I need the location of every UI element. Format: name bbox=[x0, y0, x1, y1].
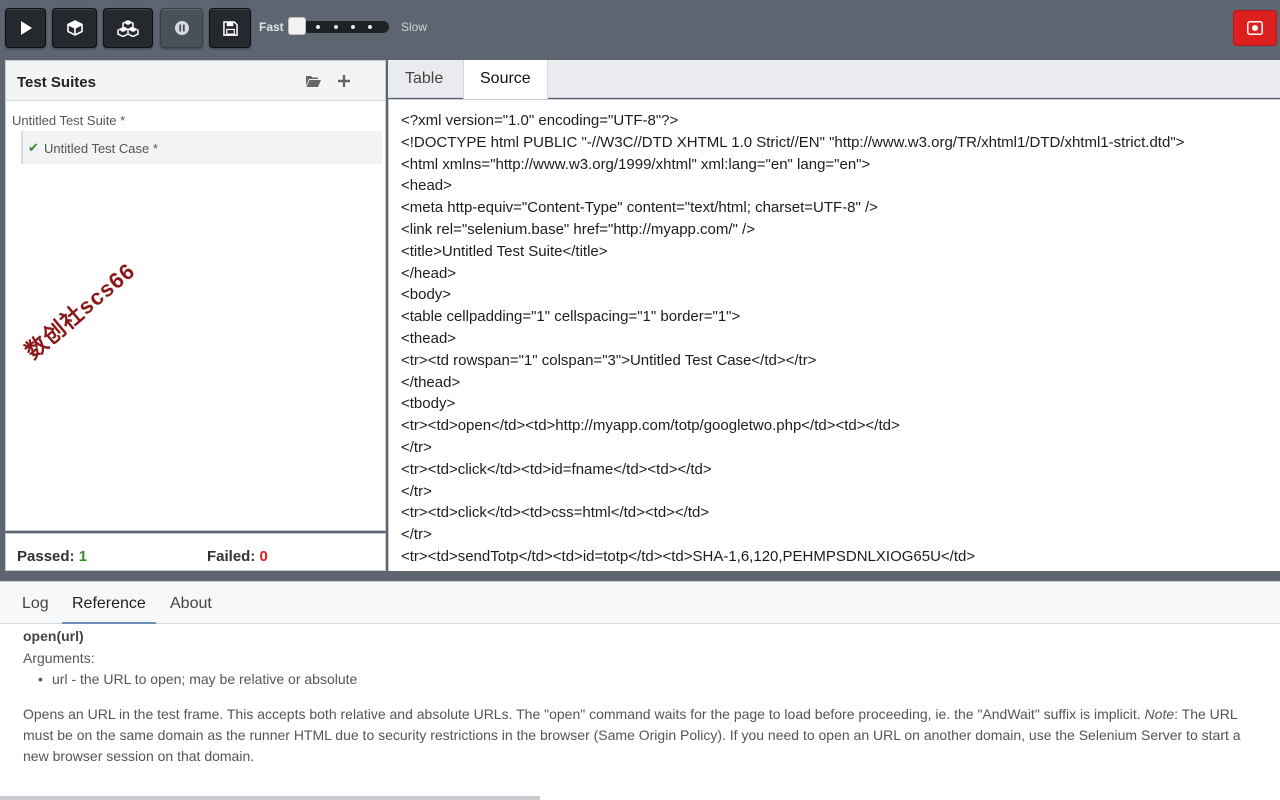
source-line: </thead> bbox=[401, 373, 461, 391]
save-button[interactable] bbox=[209, 8, 251, 48]
floppy-icon bbox=[222, 20, 238, 36]
source-line: <tr><td>open</td><td>http://myapp.com/to… bbox=[401, 417, 900, 435]
source-line: <tr><td rowspan="1" colspan="3">Untitled… bbox=[401, 351, 817, 369]
source-line: <title>Untitled Test Suite</title> bbox=[401, 242, 608, 260]
test-suites-header: Test Suites bbox=[6, 61, 385, 101]
failed-label-text: Failed: bbox=[207, 548, 256, 565]
record-icon bbox=[1247, 21, 1263, 35]
test-suites-panel: Test Suites Untitled Test Suite * ✔ Unti… bbox=[5, 60, 386, 531]
cube-icon bbox=[66, 20, 83, 36]
reference-arguments-label: Arguments: bbox=[23, 650, 95, 666]
reference-note-label: Note bbox=[1144, 706, 1175, 722]
source-line: <tr><td>click</td><td>css=html</td><td><… bbox=[401, 504, 710, 522]
cubes-icon bbox=[117, 20, 139, 37]
pause-icon bbox=[174, 21, 189, 35]
speed-slider-thumb[interactable] bbox=[288, 17, 306, 35]
source-line: <!DOCTYPE html PUBLIC "-//W3C//DTD XHTML… bbox=[401, 133, 1185, 151]
plus-icon[interactable] bbox=[334, 72, 354, 90]
failed-count: 0 bbox=[259, 548, 268, 565]
source-line: <?xml version="1.0" encoding="UTF-8"?> bbox=[401, 112, 679, 129]
passed-label: Passed: 1 bbox=[17, 548, 87, 565]
source-view[interactable]: <?xml version="1.0" encoding="UTF-8"?> <!… bbox=[388, 99, 1280, 571]
check-icon: ✔ bbox=[28, 140, 39, 155]
run-status-bar: Passed: 1 Failed: 0 bbox=[5, 533, 386, 571]
run-all-button[interactable] bbox=[103, 8, 153, 48]
pause-button[interactable] bbox=[160, 8, 203, 48]
source-line: <body> bbox=[401, 286, 452, 304]
failed-label: Failed: 0 bbox=[207, 548, 268, 565]
source-line: <tbody> bbox=[401, 395, 456, 413]
speed-tick bbox=[316, 25, 320, 29]
source-line: <tr><td>sendTotp</td><td>id=totp</td><td… bbox=[401, 548, 976, 565]
scrollbar[interactable] bbox=[0, 796, 540, 800]
tab-source[interactable]: Source bbox=[463, 60, 548, 99]
reference-command-title: open(url) bbox=[23, 628, 84, 644]
tab-table[interactable]: Table bbox=[389, 60, 459, 98]
reference-argument-item: url - the URL to open; may be relative o… bbox=[38, 671, 357, 687]
record-button[interactable] bbox=[1233, 10, 1277, 46]
test-case-label: Untitled Test Case * bbox=[44, 141, 158, 156]
watermark: 数创社scs66 bbox=[20, 257, 140, 364]
passed-count: 1 bbox=[78, 548, 88, 565]
folder-open-icon[interactable] bbox=[303, 72, 323, 90]
speed-tick bbox=[351, 25, 355, 29]
source-line: </tr> bbox=[401, 482, 432, 500]
source-line: </head> bbox=[401, 264, 457, 282]
speed-fast-label: Fast bbox=[259, 20, 284, 34]
speed-slow-label: Slow bbox=[401, 20, 428, 34]
tab-about[interactable]: About bbox=[170, 582, 212, 624]
source-line: </tr> bbox=[401, 526, 432, 544]
speed-tick bbox=[368, 25, 372, 29]
run-test-button[interactable] bbox=[5, 8, 46, 48]
source-line: <head> bbox=[401, 177, 452, 195]
source-line: <thead> bbox=[401, 330, 457, 347]
reference-description-part1: Opens an URL in the test frame. This acc… bbox=[23, 706, 1145, 722]
source-line: <table cellpadding="1" cellspacing="1" b… bbox=[401, 308, 741, 326]
test-case-item[interactable]: ✔ Untitled Test Case * bbox=[21, 131, 382, 164]
bottom-panel: Log Reference About open(url) Arguments:… bbox=[0, 581, 1280, 800]
source-line: <tr><td>click</td><td>id=fname</td><td><… bbox=[401, 460, 712, 478]
test-suite-item[interactable]: Untitled Test Suite * bbox=[12, 113, 125, 128]
run-suite-button[interactable] bbox=[52, 8, 97, 48]
passed-label-text: Passed: bbox=[17, 548, 75, 565]
source-line: </tr> bbox=[401, 439, 432, 456]
tab-reference[interactable]: Reference bbox=[62, 582, 156, 624]
editor-tabs: Table Source bbox=[388, 60, 1280, 99]
bottom-tabs: Log Reference About bbox=[0, 582, 1280, 624]
source-line: <link rel="selenium.base" href="http://m… bbox=[401, 221, 755, 238]
toolbar: Fast Slow bbox=[0, 0, 1280, 56]
source-line: <html xmlns="http://www.w3.org/1999/xhtm… bbox=[401, 155, 871, 173]
reference-description: Opens an URL in the test frame. This acc… bbox=[23, 704, 1263, 767]
play-icon bbox=[20, 21, 32, 35]
test-suites-title: Test Suites bbox=[17, 74, 96, 91]
speed-tick bbox=[334, 25, 338, 29]
source-line: <meta http-equiv="Content-Type" content=… bbox=[401, 199, 878, 217]
tab-log[interactable]: Log bbox=[22, 582, 49, 624]
